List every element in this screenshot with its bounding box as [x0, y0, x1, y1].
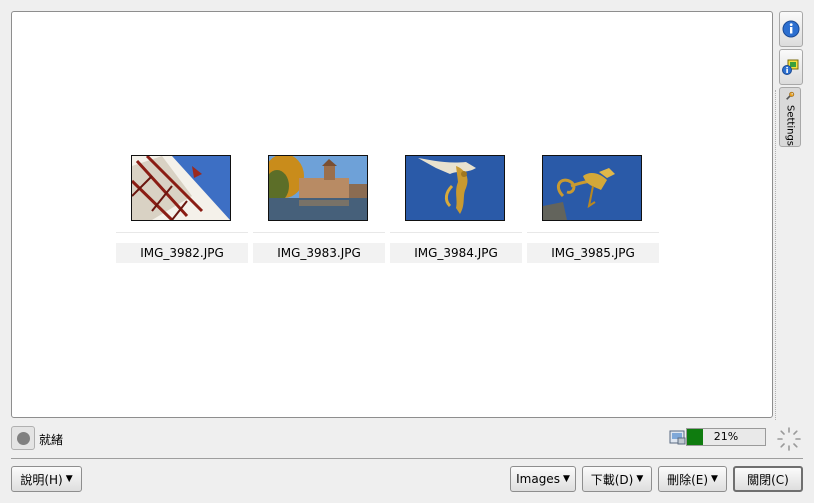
chevron-down-icon: ▼	[562, 474, 570, 484]
download-button-label: 下載(D)	[590, 472, 634, 487]
sidebar-resize-handle[interactable]	[775, 90, 776, 420]
delete-button-label: 刪除(E)	[667, 472, 709, 487]
thumbnail-item[interactable]: IMG_3982.JPG	[116, 155, 248, 265]
help-button[interactable]: 說明(H) ▼	[11, 466, 82, 492]
tab-metadata[interactable]	[779, 49, 803, 85]
tab-settings-label: Settings	[784, 104, 796, 146]
sidebar-tabs: Settings	[779, 11, 803, 149]
thumbnail-spacer	[390, 232, 522, 243]
button-bar-separator	[11, 458, 803, 459]
storage-icon	[669, 430, 686, 445]
tab-image-properties[interactable]	[779, 11, 803, 47]
thumbnail-image[interactable]	[405, 155, 505, 221]
chevron-down-icon: ▼	[65, 474, 73, 484]
thumbnail-caption: IMG_3983.JPG	[253, 243, 385, 263]
delete-button[interactable]: 刪除(E) ▼	[658, 466, 727, 492]
status-indicator[interactable]	[11, 426, 35, 450]
thumbnail-caption: IMG_3984.JPG	[390, 243, 522, 263]
chevron-down-icon: ▼	[636, 474, 644, 484]
thumbnail-spacer	[253, 232, 385, 243]
thumbnail-image[interactable]	[542, 155, 642, 221]
storage-progress-label: 21%	[713, 430, 739, 443]
tab-settings[interactable]: Settings	[779, 87, 801, 147]
close-button[interactable]: 關閉(C)	[733, 466, 803, 492]
thumbnail-item[interactable]: IMG_3985.JPG	[527, 155, 659, 265]
busy-spinner-icon	[777, 427, 801, 451]
wrench-icon	[786, 91, 795, 100]
thumbnail-item[interactable]: IMG_3984.JPG	[390, 155, 522, 265]
download-button[interactable]: 下載(D) ▼	[582, 466, 652, 492]
status-text: 就緒	[39, 433, 64, 447]
images-button-label: Images	[516, 472, 560, 486]
images-button[interactable]: Images ▼	[510, 466, 576, 492]
thumbnail-image[interactable]	[268, 155, 368, 221]
thumbnail-caption: IMG_3985.JPG	[527, 243, 659, 263]
thumbnail-caption: IMG_3982.JPG	[116, 243, 248, 263]
close-button-label: 關閉(C)	[747, 472, 789, 487]
thumbnail-item[interactable]: IMG_3983.JPG	[253, 155, 385, 265]
info-icon	[782, 20, 800, 38]
status-dot-icon	[16, 431, 30, 445]
thumbnail-spacer	[527, 232, 659, 243]
help-button-label: 說明(H)	[20, 472, 63, 487]
image-info-icon	[782, 59, 799, 75]
thumbnail-image[interactable]	[131, 155, 231, 221]
thumbnail-spacer	[116, 232, 248, 243]
chevron-down-icon: ▼	[711, 474, 718, 484]
storage-progress-bar: 21%	[686, 428, 766, 446]
thumbnail-view[interactable]: IMG_3982.JPG IMG_3983.JPG IMG_3984.JPG I…	[11, 11, 773, 418]
